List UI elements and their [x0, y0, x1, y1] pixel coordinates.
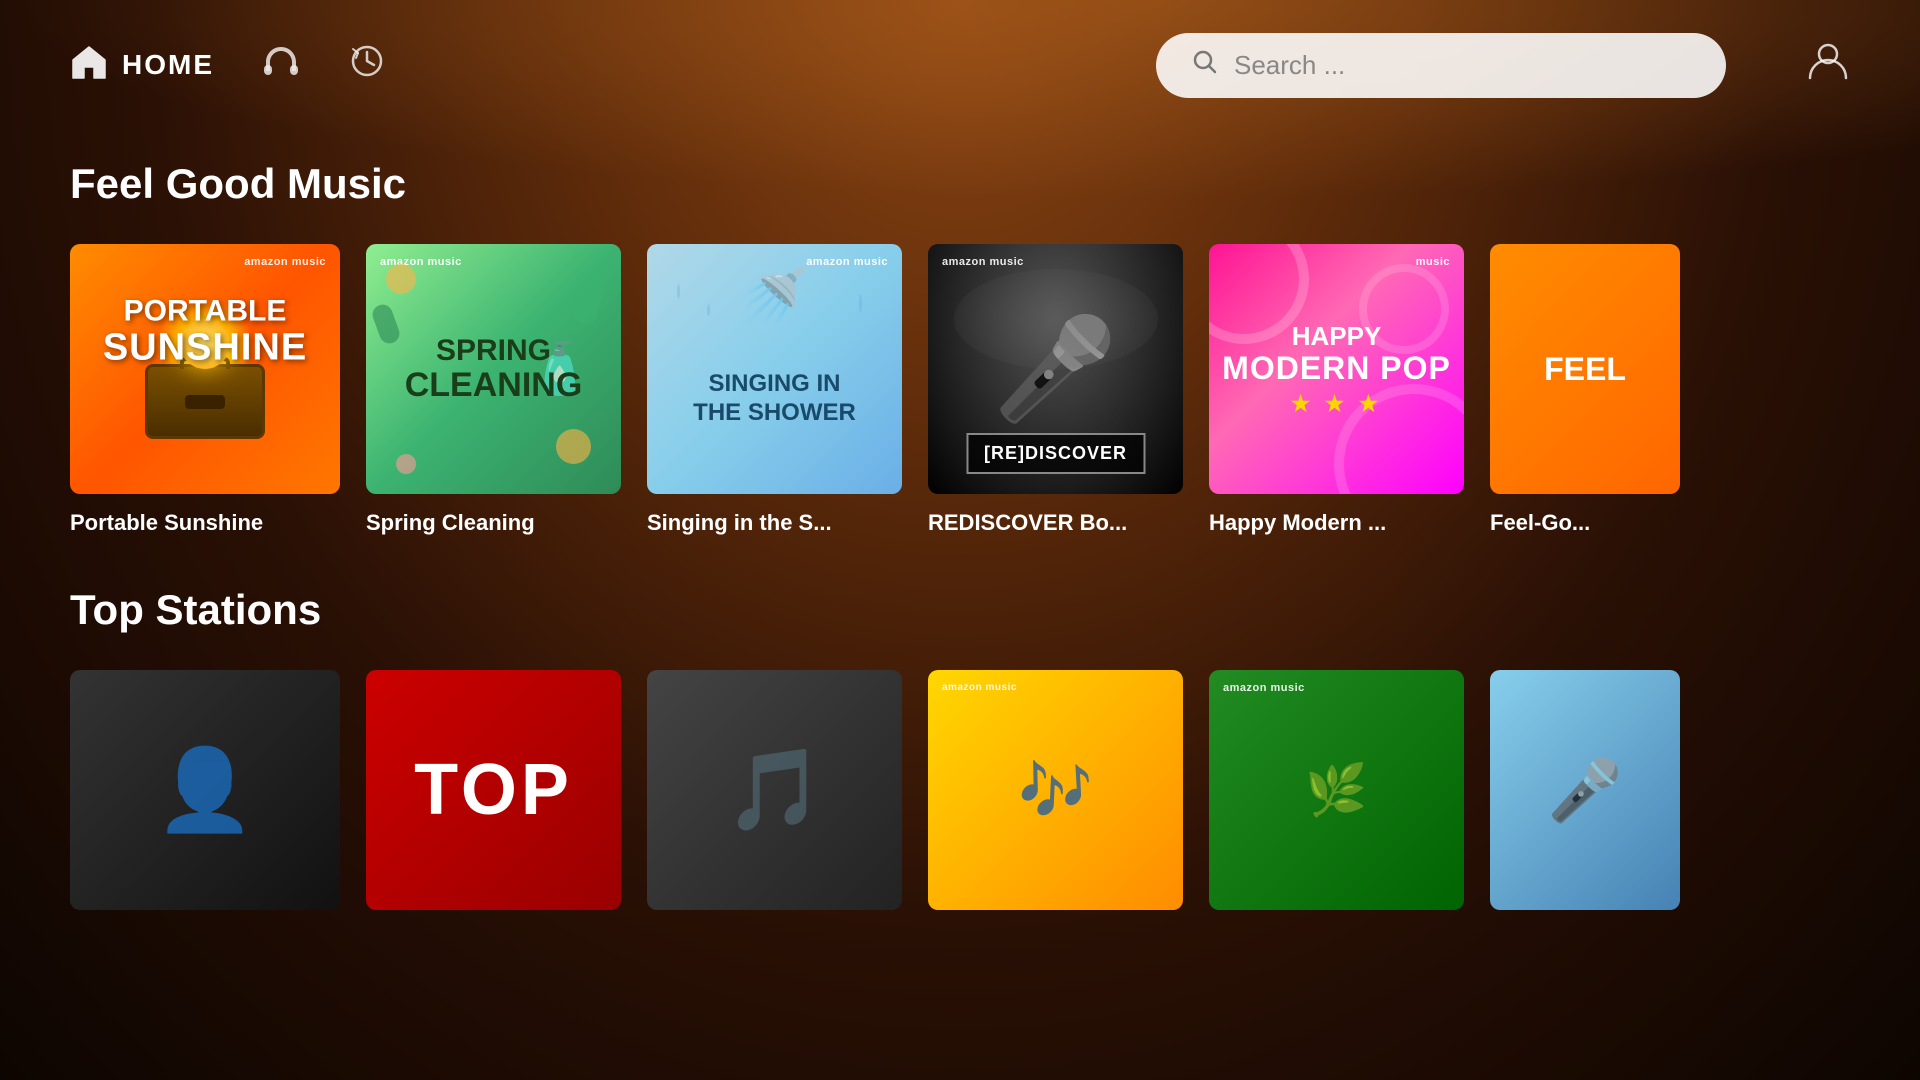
card-title-feel-good: Feel-Go...: [1490, 510, 1680, 536]
history-icon: [348, 43, 386, 87]
station-card-1[interactable]: 👤: [70, 670, 340, 910]
station-card-top[interactable]: ToP: [366, 670, 621, 910]
nav-history[interactable]: [348, 43, 386, 87]
feel-good-cards: amazon music: [70, 244, 1850, 536]
feel-good-section: Feel Good Music amazon music: [0, 160, 1920, 536]
art-line2-happy: MODERN POP: [1222, 351, 1451, 386]
card-image-singing-shower: amazon music 🚿 SINGING IN THE SHOWER: [647, 244, 902, 494]
top-stations-title: Top Stations: [70, 586, 1850, 634]
art-line2-singing: THE SHOWER: [693, 399, 856, 428]
amazon-music-logo-4: amazon music: [942, 256, 1024, 268]
nav-headphones[interactable]: [262, 43, 300, 87]
card-image-spring-cleaning: amazon music 🧴 SPRING: [366, 244, 621, 494]
station-card-6[interactable]: 🎤: [1490, 670, 1680, 910]
search-bar[interactable]: Search ...: [1156, 33, 1726, 98]
card-spring-cleaning[interactable]: amazon music 🧴 SPRING: [366, 244, 621, 536]
card-title-singing-shower: Singing in the S...: [647, 510, 902, 536]
search-placeholder: Search ...: [1234, 50, 1345, 81]
rediscover-badge: [RE]DISCOVER: [966, 433, 1145, 474]
art-line2-spring: CLEANING: [405, 367, 583, 404]
card-image-feel-good: FEEL: [1490, 244, 1680, 494]
home-icon: [70, 43, 108, 87]
headphones-icon: [262, 43, 300, 87]
card-title-happy-pop: Happy Modern ...: [1209, 510, 1464, 536]
art-line1-happy: HAPPY: [1222, 322, 1451, 351]
feel-good-title: Feel Good Music: [70, 160, 1850, 208]
card-title-portable-sunshine: Portable Sunshine: [70, 510, 340, 536]
station-card-3[interactable]: 🎵: [647, 670, 902, 910]
amazon-music-logo-1: amazon music: [244, 256, 326, 268]
art-line1-singing: SINGING IN: [693, 370, 856, 399]
card-image-rediscover: amazon music 🎤 [RE]DISCOVER: [928, 244, 1183, 494]
nav-left: HOME: [70, 43, 386, 87]
amazon-music-logo-station4: amazon music: [942, 682, 1017, 693]
card-feel-good-partial[interactable]: FEEL Feel-Go...: [1490, 244, 1680, 536]
art-text-feelgood: FEEL: [1524, 331, 1646, 408]
card-image-portable-sunshine: amazon music: [70, 244, 340, 494]
user-account-icon[interactable]: [1806, 38, 1850, 92]
top-stations-section: Top Stations 👤 ToP 🎵 amazon music 🎶 amaz: [0, 586, 1920, 910]
art-line1-portable: PORTABLE: [103, 294, 307, 327]
station-card-4[interactable]: amazon music 🎶: [928, 670, 1183, 910]
art-line2-portable: SUNSHINE: [103, 327, 307, 369]
art-line1-spring: SPRING: [405, 334, 583, 367]
card-title-rediscover: REDISCOVER Bo...: [928, 510, 1183, 536]
top-stations-cards: 👤 ToP 🎵 amazon music 🎶 amazon music 🌿: [70, 670, 1850, 910]
search-icon: [1192, 49, 1218, 82]
art-stars-happy: ★ ★ ★: [1222, 392, 1451, 416]
card-happy-modern-pop[interactable]: music HAPPY MODERN POP ★ ★ ★ Happ: [1209, 244, 1464, 536]
station-card-5[interactable]: amazon music 🌿: [1209, 670, 1464, 910]
nav-home[interactable]: HOME: [70, 43, 214, 87]
header: HOME: [0, 0, 1920, 130]
top-station-label: ToP: [414, 749, 573, 831]
card-image-happy-pop: music HAPPY MODERN POP ★ ★ ★: [1209, 244, 1464, 494]
card-title-spring-cleaning: Spring Cleaning: [366, 510, 621, 536]
amazon-music-logo-station5: amazon music: [1223, 682, 1305, 694]
card-singing-shower[interactable]: amazon music 🚿 SINGING IN THE SHOWER: [647, 244, 902, 536]
home-label: HOME: [122, 49, 214, 81]
card-rediscover[interactable]: amazon music 🎤 [RE]DISCOVER REDISCOVER B…: [928, 244, 1183, 536]
card-portable-sunshine[interactable]: amazon music: [70, 244, 340, 536]
